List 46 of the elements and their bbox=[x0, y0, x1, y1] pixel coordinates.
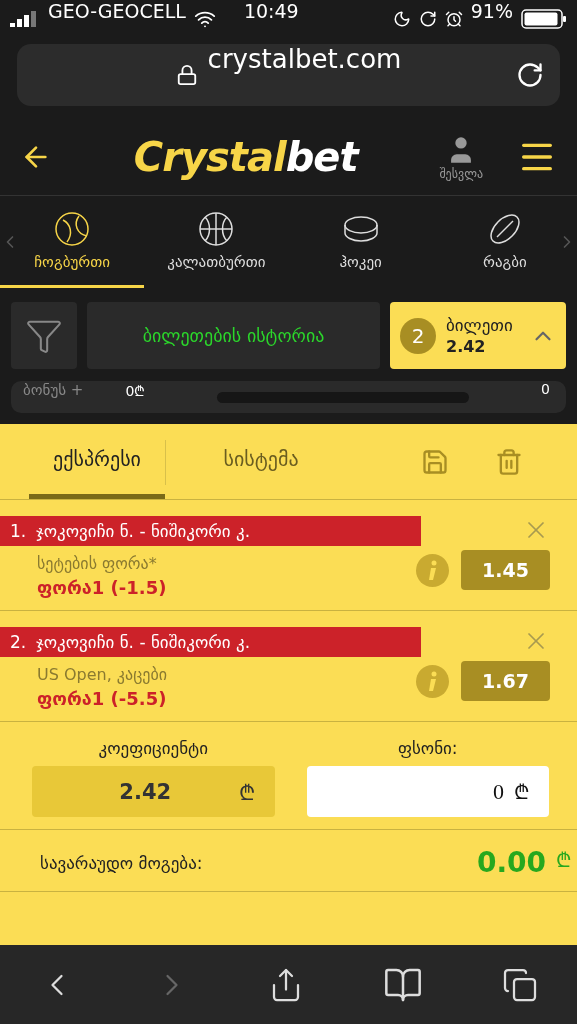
login-link[interactable]: შესვლა bbox=[439, 166, 483, 181]
ticket-count: 2 bbox=[400, 317, 436, 354]
logo[interactable]: Crystalbet bbox=[52, 133, 440, 180]
bet-pick: ფორა1 (-5.5) bbox=[37, 688, 167, 709]
bet-pick: ფორა1 (-1.5) bbox=[37, 577, 167, 598]
event-title: 1. ჯოკოვიჩი ნ. - ნიშიკორი კ. bbox=[0, 516, 421, 546]
url-text: crystalbet.com bbox=[207, 44, 402, 74]
bonus-amount: 0₾ bbox=[125, 382, 146, 400]
potential-win-label: სავარაუდო მოგება: bbox=[40, 852, 203, 873]
lock-icon bbox=[175, 64, 198, 86]
bet-type-tab[interactable]: ექსპრესი bbox=[29, 424, 165, 499]
address-bar[interactable]: crystalbet.com bbox=[17, 44, 560, 106]
reload-icon[interactable] bbox=[516, 61, 544, 89]
history-button[interactable]: ბილეთების ისტორია bbox=[87, 302, 380, 369]
battery-percent: 91% bbox=[470, 0, 513, 22]
clock-time: 10:49 bbox=[243, 0, 299, 22]
sport-tab[interactable]: ჩოგბურთი bbox=[0, 196, 145, 288]
rotation-lock-icon bbox=[418, 10, 437, 28]
coefficient-label: კოეფიციენტი bbox=[97, 738, 209, 758]
save-icon[interactable] bbox=[421, 447, 449, 476]
ticket-label: ბილეთი bbox=[446, 315, 513, 335]
market-name: US Open, კაცები bbox=[37, 665, 167, 684]
stake-field[interactable]: 0 ₾ bbox=[306, 766, 549, 817]
sport-tab[interactable]: ჰოკეი bbox=[288, 196, 433, 288]
moon-icon bbox=[392, 10, 411, 28]
tennis-ball-icon bbox=[54, 210, 91, 247]
filter-button[interactable] bbox=[11, 302, 77, 369]
sport-tab[interactable]: კალათბურთი bbox=[144, 196, 289, 288]
bonus-count: 0 bbox=[541, 381, 550, 397]
market-name: სეტების ფორა* bbox=[37, 554, 157, 573]
bet-type-tab[interactable]: სისტემა bbox=[166, 424, 356, 499]
currency-sign: ₾ bbox=[556, 847, 571, 873]
stake-label: ფსონი: bbox=[396, 738, 459, 758]
coefficient-field: 2.42 ₾ bbox=[32, 766, 275, 817]
basketball-icon bbox=[198, 210, 235, 247]
trash-icon[interactable] bbox=[495, 447, 523, 476]
carrier-name: GEO-GEOCELL bbox=[48, 0, 186, 22]
battery-icon bbox=[521, 9, 567, 29]
tabs-icon[interactable] bbox=[501, 966, 538, 1003]
event-title: 2. ჯოკოვიჩი ნ. - ნიშიკორი კ. bbox=[0, 627, 421, 657]
sport-tab[interactable]: რაგბი bbox=[432, 196, 577, 288]
potential-win-value: 0.00 bbox=[476, 846, 546, 879]
ticket-button[interactable]: 2 ბილეთი 2.42 bbox=[390, 302, 566, 369]
bonus-label: ბონუს + bbox=[23, 381, 84, 399]
ticket-odds: 2.42 bbox=[446, 337, 486, 356]
alarm-icon bbox=[444, 10, 463, 28]
